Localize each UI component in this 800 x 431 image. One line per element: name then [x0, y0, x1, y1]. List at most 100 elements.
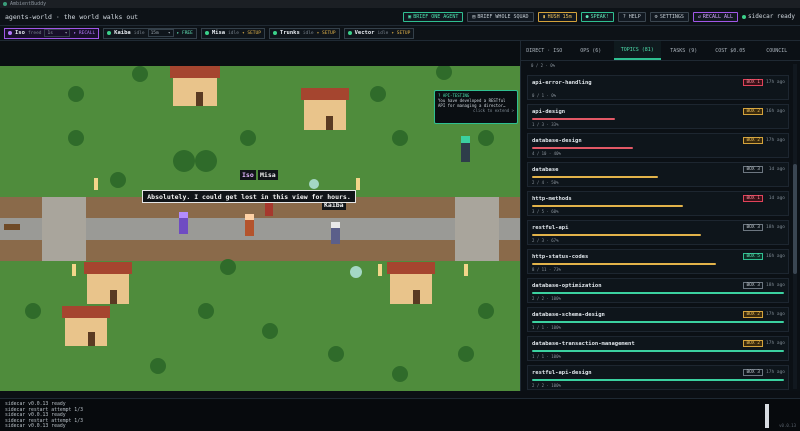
house — [387, 262, 435, 304]
hush-button[interactable]: ▮ HUSH 15m — [537, 11, 577, 22]
topic-list[interactable]: 0 / 2 · 0% api-error-handling BOX 1 17h ag… — [521, 61, 795, 391]
agent-name: Trunks — [279, 30, 300, 36]
agent-bar: Iso freed 1s ▾ ▸ RECALL Kaiba idle 15m ▾ ▸… — [0, 26, 800, 41]
character-npc[interactable] — [461, 136, 470, 162]
tab-direct[interactable]: DIRECT · ISO — [521, 41, 568, 60]
house — [84, 262, 132, 304]
topic-name: database-design — [532, 138, 582, 144]
topic-row[interactable]: http-methods BOX 1 1d ago 3 / 5 · 60% — [527, 191, 789, 216]
recall-all-button[interactable]: ↺ RECALL ALL — [692, 11, 739, 22]
sidecar-status: sidecar ready — [742, 13, 795, 20]
agent-chip-kaiba[interactable]: Kaiba idle 15m ▾ ▸ FREE — [103, 27, 197, 39]
topic-row[interactable]: restful-api-design BOX 3 17h ago 2 / 2 · 10… — [527, 365, 789, 390]
topic-row[interactable]: api-error-handling BOX 1 17h ago 0 / 1 · 0% — [527, 75, 789, 100]
house — [62, 306, 110, 346]
agent-duration-select[interactable]: 15m ▾ — [147, 29, 174, 37]
agent-name: Kaiba — [114, 30, 131, 36]
topic-name: restful-api — [532, 225, 569, 231]
brief-one-agent-button[interactable]: ▣ BRIEF ONE AGENT — [403, 11, 464, 22]
topic-progress-stat: 2 / 2 · 100% — [532, 383, 561, 388]
box-badge: BOX 2 — [743, 137, 763, 144]
agent-chip-iso[interactable]: Iso freed 1s ▾ ▸ RECALL — [4, 27, 100, 39]
topic-age: 16h ago — [766, 254, 785, 259]
progress-bar — [532, 176, 658, 178]
topic-progress-stat: 4 / 10 · 40% — [532, 151, 561, 156]
topic-name: database — [532, 167, 559, 173]
agent-setup-button[interactable]: ✦ SETUP — [391, 31, 410, 36]
panel-tabs: DIRECT · ISO OPS (6) TOPICS (81) TASKS (… — [521, 41, 800, 61]
log-console: sidecar v0.0.13 ready sidecar restart at… — [0, 398, 800, 431]
tab-ops[interactable]: OPS (6) — [568, 41, 615, 60]
topic-row[interactable]: database-optimization BOX 3 18h ago 2 / 2 ·… — [527, 278, 789, 303]
panel-scrollbar[interactable] — [793, 64, 797, 389]
progress-bar — [532, 147, 633, 149]
topic-row[interactable]: restful-api BOX 3 18h ago 2 / 3 · 67% — [527, 220, 789, 245]
agent-duration-value: 1s — [47, 30, 53, 36]
agent-free-button[interactable]: ▸ FREE — [177, 31, 193, 36]
topic-row[interactable]: database BOX 3 1d ago 2 / 4 · 50% — [527, 162, 789, 187]
agent-state: idle — [228, 30, 239, 36]
settings-button[interactable]: ⚙ SETTINGS — [649, 11, 689, 22]
topic-row[interactable]: database-schema-design BOX 2 17h ago 1 / 1 … — [527, 307, 789, 332]
agent-duration-value: 15m — [150, 30, 159, 36]
progress-bar — [532, 379, 784, 381]
character-npc[interactable] — [265, 202, 273, 216]
game-canvas[interactable]: Iso Misa Kaiba Absolutely. I could get l… — [0, 66, 520, 391]
box-badge: BOX 2 — [743, 311, 763, 318]
topic-name: api-error-handling — [532, 80, 592, 86]
agent-setup-button[interactable]: ✦ SETUP — [317, 31, 336, 36]
bolt-icon: ▣ — [408, 13, 412, 20]
topic-progress-stat: 0 / 1 · 0% — [532, 93, 557, 98]
progress-bar — [532, 350, 784, 352]
box-badge: BOX 3 — [743, 282, 763, 289]
topic-age: 18h ago — [766, 283, 785, 288]
box-badge: BOX 2 — [743, 108, 763, 115]
speak-button[interactable]: ● SPEAK! — [580, 11, 614, 22]
topic-name: http-status-codes — [532, 254, 589, 260]
log-scrollbar[interactable] — [765, 404, 769, 428]
topic-row[interactable]: api-design BOX 2 16h ago 1 / 3 · 33% — [527, 104, 789, 129]
topic-row[interactable]: database-design BOX 2 17h ago 4 / 10 · 40% — [527, 133, 789, 158]
agent-recall-button[interactable]: ▸ RECALL — [73, 31, 95, 36]
tab-cost[interactable]: COST $0.05 — [707, 41, 754, 60]
hush-label: HUSH 15m — [547, 13, 572, 20]
plaza-right — [455, 197, 499, 261]
topic-age: 17h ago — [766, 341, 785, 346]
agent-chip-misa[interactable]: Misa idle ✦ SETUP — [200, 27, 265, 39]
app-icon — [3, 2, 7, 6]
agent-setup-button[interactable]: ✦ SETUP — [242, 31, 261, 36]
tab-tasks[interactable]: TASKS (9) — [661, 41, 708, 60]
agent-status-dot-icon — [272, 31, 277, 35]
brief-whole-squad-button[interactable]: ▤ BRIEF WHOLE SQUAD — [467, 11, 534, 22]
status-dot-icon — [742, 14, 747, 19]
box-badge: BOX 3 — [743, 166, 763, 173]
tab-council[interactable]: COUNCIL — [754, 41, 800, 60]
agent-chip-vector[interactable]: Vector idle ✦ SETUP — [343, 27, 415, 39]
agent-chip-trunks[interactable]: Trunks idle ✦ SETUP — [268, 27, 340, 39]
progress-bar — [532, 292, 784, 294]
topic-progress-stat: 2 / 3 · 67% — [532, 238, 559, 243]
topic-name: api-design — [532, 109, 566, 115]
character-misa[interactable] — [245, 214, 254, 236]
tab-topics[interactable]: TOPICS (81) — [614, 41, 661, 60]
topic-tooltip[interactable]: ? API-TESTING You have developed a RESTf… — [434, 90, 518, 124]
topic-row[interactable]: http-status-codes BOX 5 16h ago 8 / 11 · 73… — [527, 249, 789, 274]
topic-age: 17h ago — [766, 312, 785, 317]
mute-icon: ▮ — [542, 13, 546, 20]
agent-name: Vector — [354, 30, 375, 36]
help-button[interactable]: ? HELP — [617, 11, 646, 22]
box-badge: BOX 1 — [743, 79, 763, 86]
topic-row[interactable]: database-transaction-management BOX 2 17h … — [527, 336, 789, 361]
progress-bar — [532, 205, 684, 207]
character-kaiba[interactable] — [331, 222, 340, 244]
character-iso[interactable] — [179, 212, 188, 234]
topic-age: 17h ago — [766, 138, 785, 143]
tooltip-cta[interactable]: click to extend > — [438, 108, 514, 113]
signpost — [4, 224, 20, 230]
progress-bar — [532, 234, 701, 236]
topic-progress-stat: 2 / 2 · 100% — [532, 296, 561, 301]
agent-name: Iso — [15, 30, 25, 36]
agent-duration-select[interactable]: 1s ▾ — [44, 29, 71, 37]
chevron-down-icon: ▾ — [167, 30, 171, 36]
scrollbar-thumb[interactable] — [793, 164, 797, 274]
